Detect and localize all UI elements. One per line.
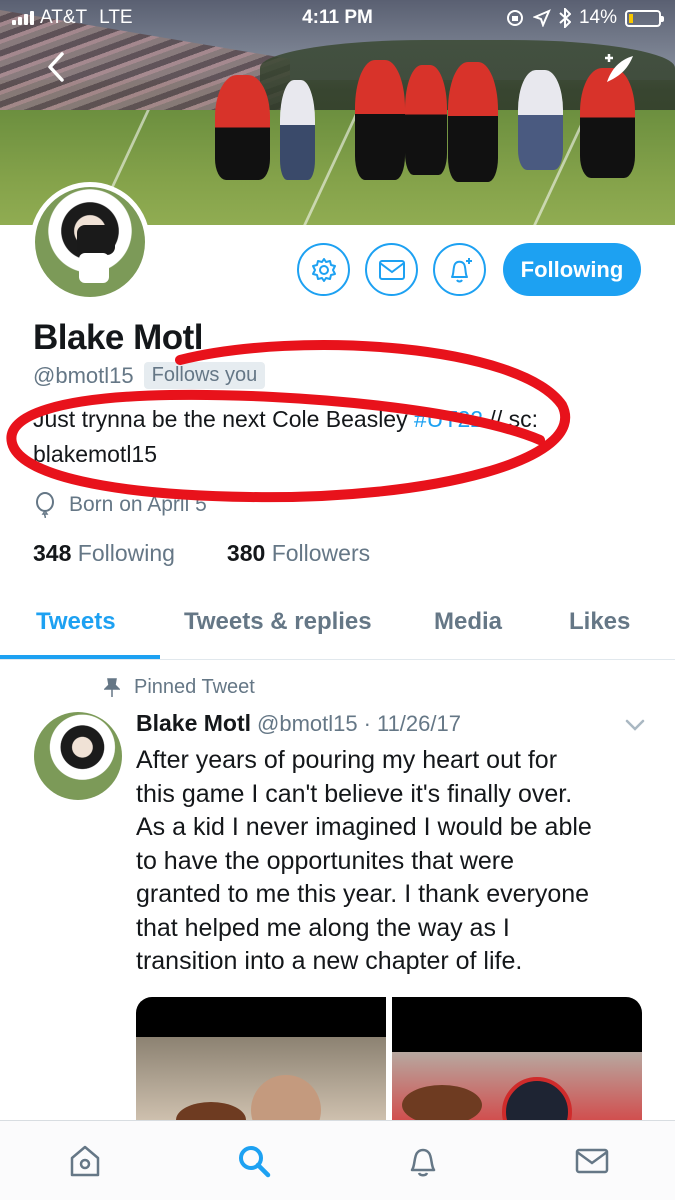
photo-player-head <box>251 1075 321 1123</box>
profile-name: Blake Motl <box>33 318 204 357</box>
battery-percent: 14% <box>578 7 617 28</box>
tweet-separator: · <box>363 710 371 736</box>
nav-messages-button[interactable] <box>572 1141 612 1181</box>
avatar-jersey <box>77 225 115 255</box>
photo-player-helmet <box>502 1077 572 1123</box>
pin-icon <box>104 677 120 697</box>
tweet-text-line: transition into a new chapter of life. <box>136 947 523 975</box>
tweet-text: After years of pouring my heart out for … <box>136 744 656 979</box>
search-icon <box>239 1146 271 1178</box>
bottom-tab-bar <box>0 1120 675 1200</box>
following-count: 348 <box>33 540 72 566</box>
location-arrow-icon <box>532 9 551 27</box>
tab-tweets[interactable]: Tweets <box>36 608 116 636</box>
tab-tweets-replies[interactable]: Tweets & replies <box>184 608 372 636</box>
birthday-row: Born on April 5 <box>33 492 207 518</box>
chevron-left-icon <box>48 52 64 82</box>
banner-player <box>355 60 405 180</box>
tab-media[interactable]: Media <box>434 608 502 636</box>
compose-tweet-icon <box>605 54 633 82</box>
tab-likes[interactable]: Likes <box>569 608 630 636</box>
direct-message-button[interactable] <box>365 243 418 296</box>
tweet-text-line: to have the opportunites that were <box>136 846 515 875</box>
notifications-toggle-button[interactable] <box>433 243 486 296</box>
avatar-pants <box>79 253 109 283</box>
active-tab-indicator <box>0 655 160 659</box>
banner-player <box>280 80 315 180</box>
tweet-text-line: that helped me along the way as I <box>136 913 510 942</box>
home-icon <box>70 1145 100 1177</box>
banner-player <box>448 62 498 182</box>
bio-text-line2: blakemotl15 <box>33 441 158 467</box>
compose-tweet-button[interactable] <box>601 52 637 88</box>
followers-label: Followers <box>271 540 371 566</box>
tweet-header: Blake Motl @bmotl15 · 11/26/17 <box>136 710 461 737</box>
follow-counts: 348 Following 380 Followers <box>33 540 370 567</box>
pinned-label-text: Pinned Tweet <box>134 676 255 698</box>
tweet-date[interactable]: 11/26/17 <box>377 711 461 737</box>
gear-icon <box>311 257 336 282</box>
back-button[interactable] <box>44 50 74 86</box>
nav-notifications-button[interactable] <box>403 1141 443 1181</box>
status-right: 14% <box>505 7 664 29</box>
chevron-down-icon[interactable] <box>622 712 648 738</box>
birthday-text: Born on April 5 <box>69 493 207 516</box>
followers-count-link[interactable]: 380 Followers <box>227 540 370 567</box>
bell-plus-icon <box>450 257 472 282</box>
tweet-author-handle: @bmotl15 <box>257 710 358 736</box>
bio-hashtag-link[interactable]: #UT22 <box>414 406 483 432</box>
bio-text: Just trynna be the next Cole Beasley <box>33 406 414 432</box>
followers-count: 380 <box>226 540 266 566</box>
tweet-text-line: As a kid I never imagined I would be abl… <box>136 813 592 841</box>
bell-icon <box>410 1148 436 1177</box>
banner-player <box>215 75 270 180</box>
profile-settings-button[interactable] <box>297 243 350 296</box>
photo-football <box>402 1085 482 1123</box>
pinned-tweet-label: Pinned Tweet <box>104 676 255 699</box>
profile-tabs: Tweets Tweets & replies Media Likes <box>0 592 675 660</box>
tweet-media-photo-1[interactable] <box>136 997 386 1123</box>
envelope-icon <box>575 1148 609 1174</box>
following-label: Following <box>77 540 175 566</box>
tweet-media-photo-2[interactable] <box>392 997 642 1123</box>
tweet-text-line: granted to me this year. I thank everyon… <box>136 880 590 908</box>
tweet-text-line: this game I can't believe it's finally o… <box>136 779 573 808</box>
follows-you-badge: Follows you <box>143 362 266 389</box>
balloon-icon <box>36 492 54 518</box>
bio-text-suffix: // sc: <box>483 406 538 432</box>
status-bar: AT&T LTE 4:11 PM 14% <box>0 0 675 36</box>
banner-player <box>405 65 447 175</box>
following-count-link[interactable]: 348 Following <box>33 540 175 567</box>
battery-icon <box>625 9 664 27</box>
lock-rotation-icon <box>506 10 523 26</box>
handle-row: @bmotl15 Follows you <box>33 362 266 389</box>
nav-home-button[interactable] <box>65 1141 105 1181</box>
tweet-text-line: After years of pouring my heart out for <box>136 746 558 774</box>
nav-search-button[interactable] <box>234 1141 274 1181</box>
following-button[interactable]: Following <box>503 243 641 296</box>
battery-fill <box>629 13 633 23</box>
tweet-author-name[interactable]: Blake Motl <box>136 710 251 737</box>
profile-bio: Just trynna be the next Cole Beasley #UT… <box>33 402 653 472</box>
envelope-icon <box>378 259 405 280</box>
tweet-author-avatar[interactable] <box>34 712 122 800</box>
profile-handle: @bmotl15 <box>33 362 134 388</box>
bluetooth-icon <box>559 8 571 28</box>
profile-avatar[interactable] <box>30 182 150 302</box>
banner-player <box>518 70 563 170</box>
